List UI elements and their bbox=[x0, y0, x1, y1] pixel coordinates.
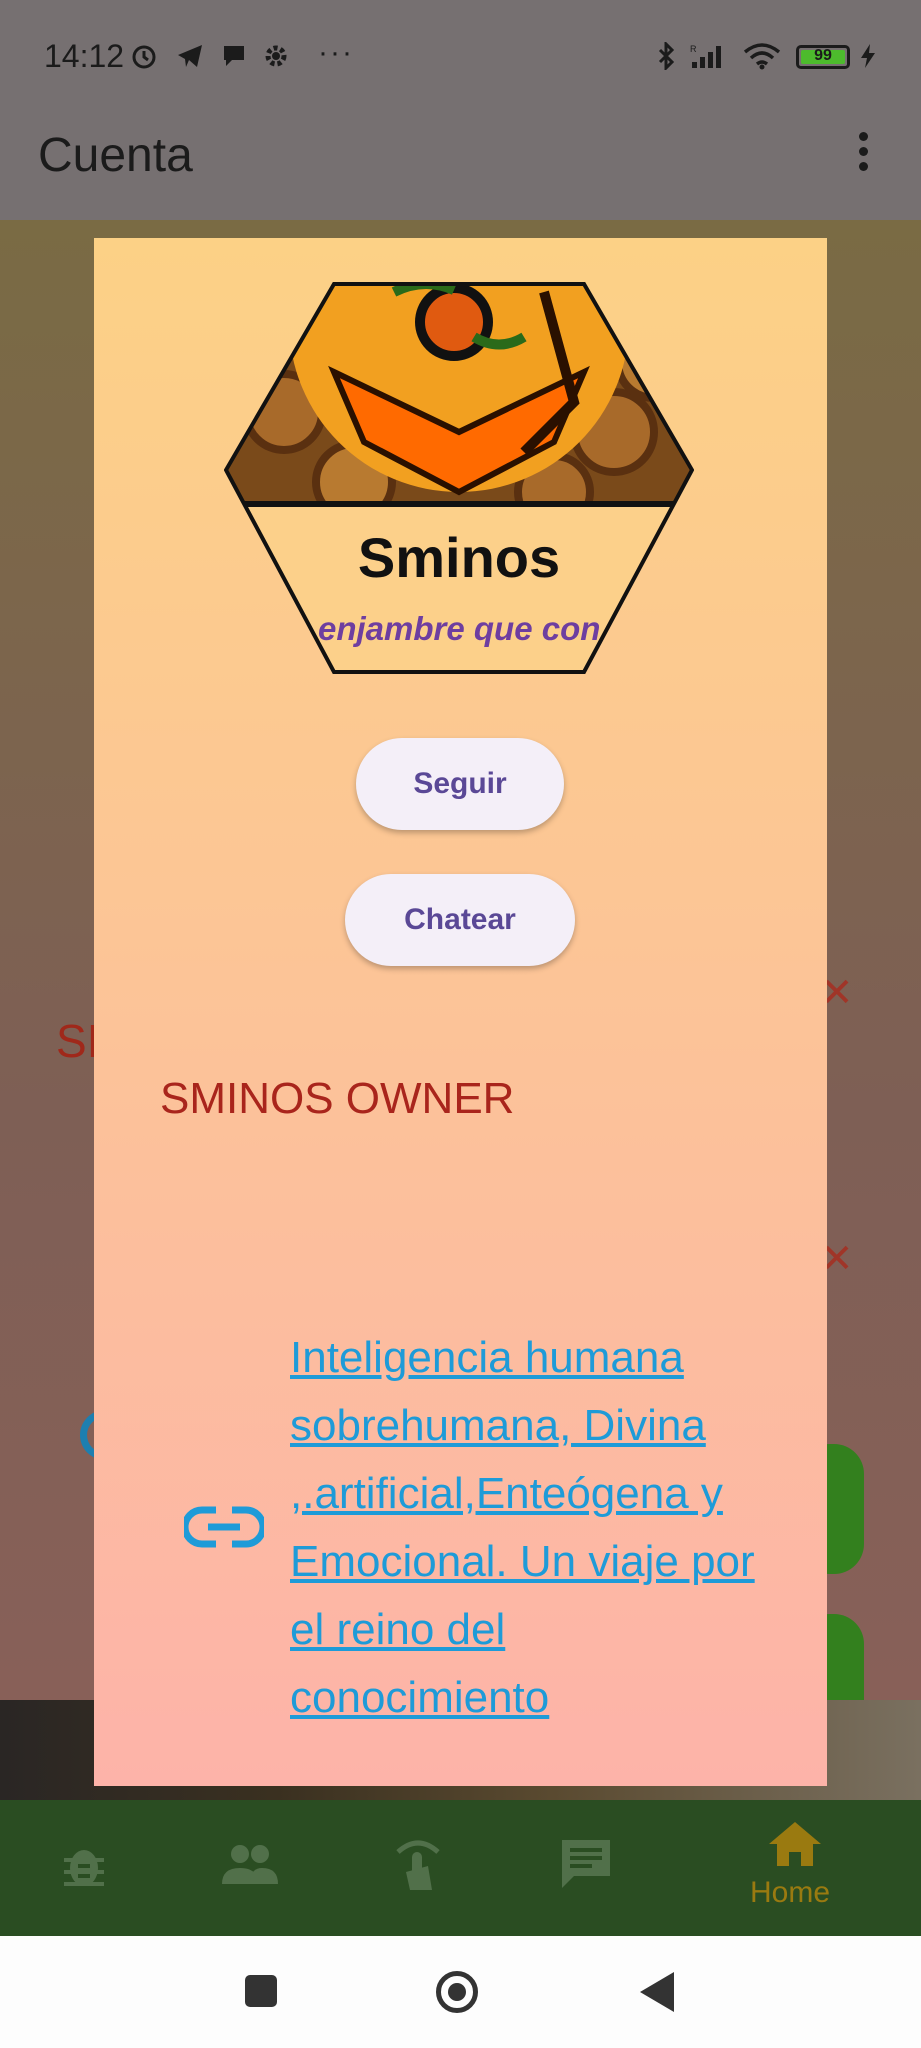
home-icon[interactable] bbox=[765, 1820, 825, 1868]
alarm-icon bbox=[132, 45, 156, 69]
more-notifications: ··· bbox=[318, 36, 354, 69]
svg-text:R: R bbox=[690, 44, 697, 54]
people-icon[interactable] bbox=[220, 1836, 280, 1892]
brand-tagline: enjambre que conecta bbox=[318, 610, 601, 647]
battery-level: 99 bbox=[814, 47, 832, 64]
back-button[interactable] bbox=[640, 1972, 674, 2012]
telegram-icon bbox=[178, 45, 202, 67]
bug-icon[interactable] bbox=[54, 1836, 114, 1892]
signal-icon: R bbox=[690, 44, 721, 68]
touch-icon[interactable] bbox=[388, 1836, 448, 1892]
chat-icon[interactable] bbox=[556, 1836, 616, 1892]
description-link[interactable]: Inteligencia humana sobrehumana, Divina … bbox=[290, 1324, 770, 1732]
app-bar-title: Cuenta bbox=[38, 129, 193, 182]
status-bar: 14:12 ··· R 99 bbox=[0, 0, 921, 110]
brand-name: Sminos bbox=[357, 526, 561, 589]
wifi-icon bbox=[743, 43, 781, 70]
message-bubble-icon bbox=[224, 46, 244, 66]
battery-icon: 99 bbox=[796, 45, 850, 69]
role-label: SMINOS OWNER bbox=[160, 1074, 515, 1123]
follow-button[interactable]: Seguir bbox=[356, 738, 564, 830]
home-button[interactable] bbox=[436, 1971, 478, 2013]
link-icon bbox=[184, 1506, 264, 1548]
settings-gear-icon bbox=[265, 45, 287, 67]
chat-button[interactable]: Chatear bbox=[345, 874, 575, 966]
background-partial-text: SI bbox=[56, 1015, 100, 1067]
bluetooth-icon bbox=[658, 42, 675, 70]
nav-home-label[interactable]: Home bbox=[750, 1876, 830, 1910]
recents-button[interactable] bbox=[245, 1975, 277, 2007]
charging-icon bbox=[861, 44, 875, 68]
status-time: 14:12 bbox=[44, 38, 125, 74]
overflow-menu-icon[interactable] bbox=[852, 132, 874, 178]
